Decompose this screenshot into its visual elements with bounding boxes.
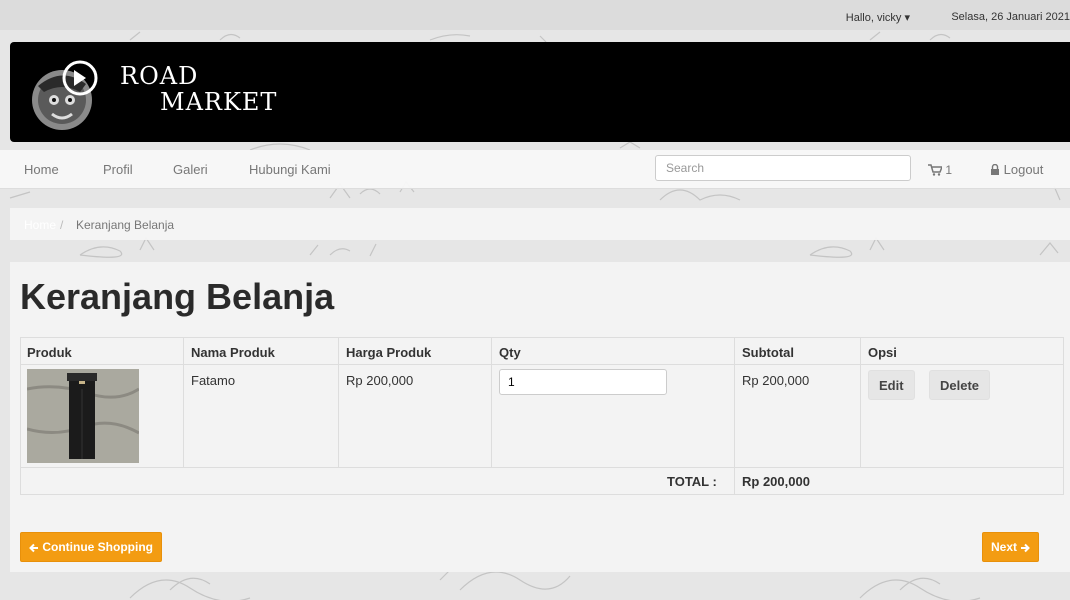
- lock-icon: [991, 163, 999, 175]
- breadcrumb-separator: /: [60, 218, 64, 232]
- column-divider: [491, 338, 492, 467]
- arrow-left-icon: [29, 543, 38, 553]
- page-title: Keranjang Belanja: [20, 276, 335, 317]
- column-divider: [860, 338, 861, 467]
- header-qty: Qty: [499, 345, 521, 360]
- nav-galeri[interactable]: Galeri: [173, 162, 208, 177]
- next-button[interactable]: Next: [982, 532, 1040, 562]
- monkey-logo-icon: [32, 60, 98, 130]
- nav-home[interactable]: Home: [24, 162, 59, 177]
- brand-name-line2: MARKET: [160, 88, 278, 116]
- product-subtotal: Rp 200,000: [742, 373, 810, 388]
- nav-profil[interactable]: Profil: [103, 162, 133, 177]
- breadcrumb: Home / Keranjang Belanja: [10, 208, 1070, 240]
- header-produk: Produk: [27, 345, 72, 360]
- header-harga-produk: Harga Produk: [346, 345, 432, 360]
- column-divider: [734, 338, 735, 494]
- cart-table: Produk Nama Produk Harga Produk Qty Subt…: [20, 337, 1064, 495]
- greeting-text: Hallo, vicky: [845, 12, 902, 24]
- next-label: Next: [991, 540, 1018, 554]
- total-value: Rp 200,000: [742, 474, 810, 489]
- logout-label: Logout: [1003, 162, 1044, 177]
- continue-shopping-label: Continue Shopping: [42, 540, 153, 554]
- cart-link[interactable]: 1: [928, 163, 952, 177]
- main-content: Keranjang Belanja Produk Nama Produk Har…: [10, 262, 1070, 572]
- cart-count: 1: [945, 163, 953, 177]
- brand-name-line1: ROAD: [120, 62, 199, 90]
- current-date: Selasa, 26 Januari 2021: [951, 11, 1070, 23]
- product-thumbnail[interactable]: [27, 369, 139, 463]
- chevron-down-icon: ▾: [904, 12, 910, 24]
- table-divider: [21, 467, 1063, 468]
- continue-shopping-button[interactable]: Continue Shopping: [20, 532, 162, 562]
- breadcrumb-current: Keranjang Belanja: [76, 218, 175, 232]
- nav-hubungi-kami[interactable]: Hubungi Kami: [249, 162, 331, 177]
- table-divider: [21, 364, 1063, 365]
- column-divider: [338, 338, 339, 467]
- total-label: TOTAL :: [667, 474, 717, 489]
- user-greeting[interactable]: Hallo, vicky ▾: [846, 11, 910, 24]
- search-input[interactable]: [655, 155, 911, 181]
- logout-link[interactable]: Logout: [990, 162, 1043, 177]
- delete-button[interactable]: Delete: [929, 370, 991, 400]
- header-subtotal: Subtotal: [742, 345, 794, 360]
- edit-button[interactable]: Edit: [868, 370, 915, 400]
- column-divider: [183, 338, 184, 467]
- site-header: ROAD MARKET: [10, 42, 1070, 142]
- cart-icon: [928, 164, 944, 176]
- product-name: Fatamo: [191, 373, 236, 388]
- header-opsi: Opsi: [868, 345, 897, 360]
- qty-input[interactable]: [499, 369, 667, 395]
- arrow-right-icon: [1021, 543, 1031, 553]
- header-nama-produk: Nama Produk: [191, 345, 275, 360]
- product-price: Rp 200,000: [346, 373, 414, 388]
- breadcrumb-home[interactable]: Home: [24, 218, 56, 232]
- top-bar: Hallo, vicky ▾ Selasa, 26 Januari 2021: [0, 0, 1070, 30]
- main-navbar: Home Profil Galeri Hubungi Kami 1 Logout: [0, 150, 1070, 189]
